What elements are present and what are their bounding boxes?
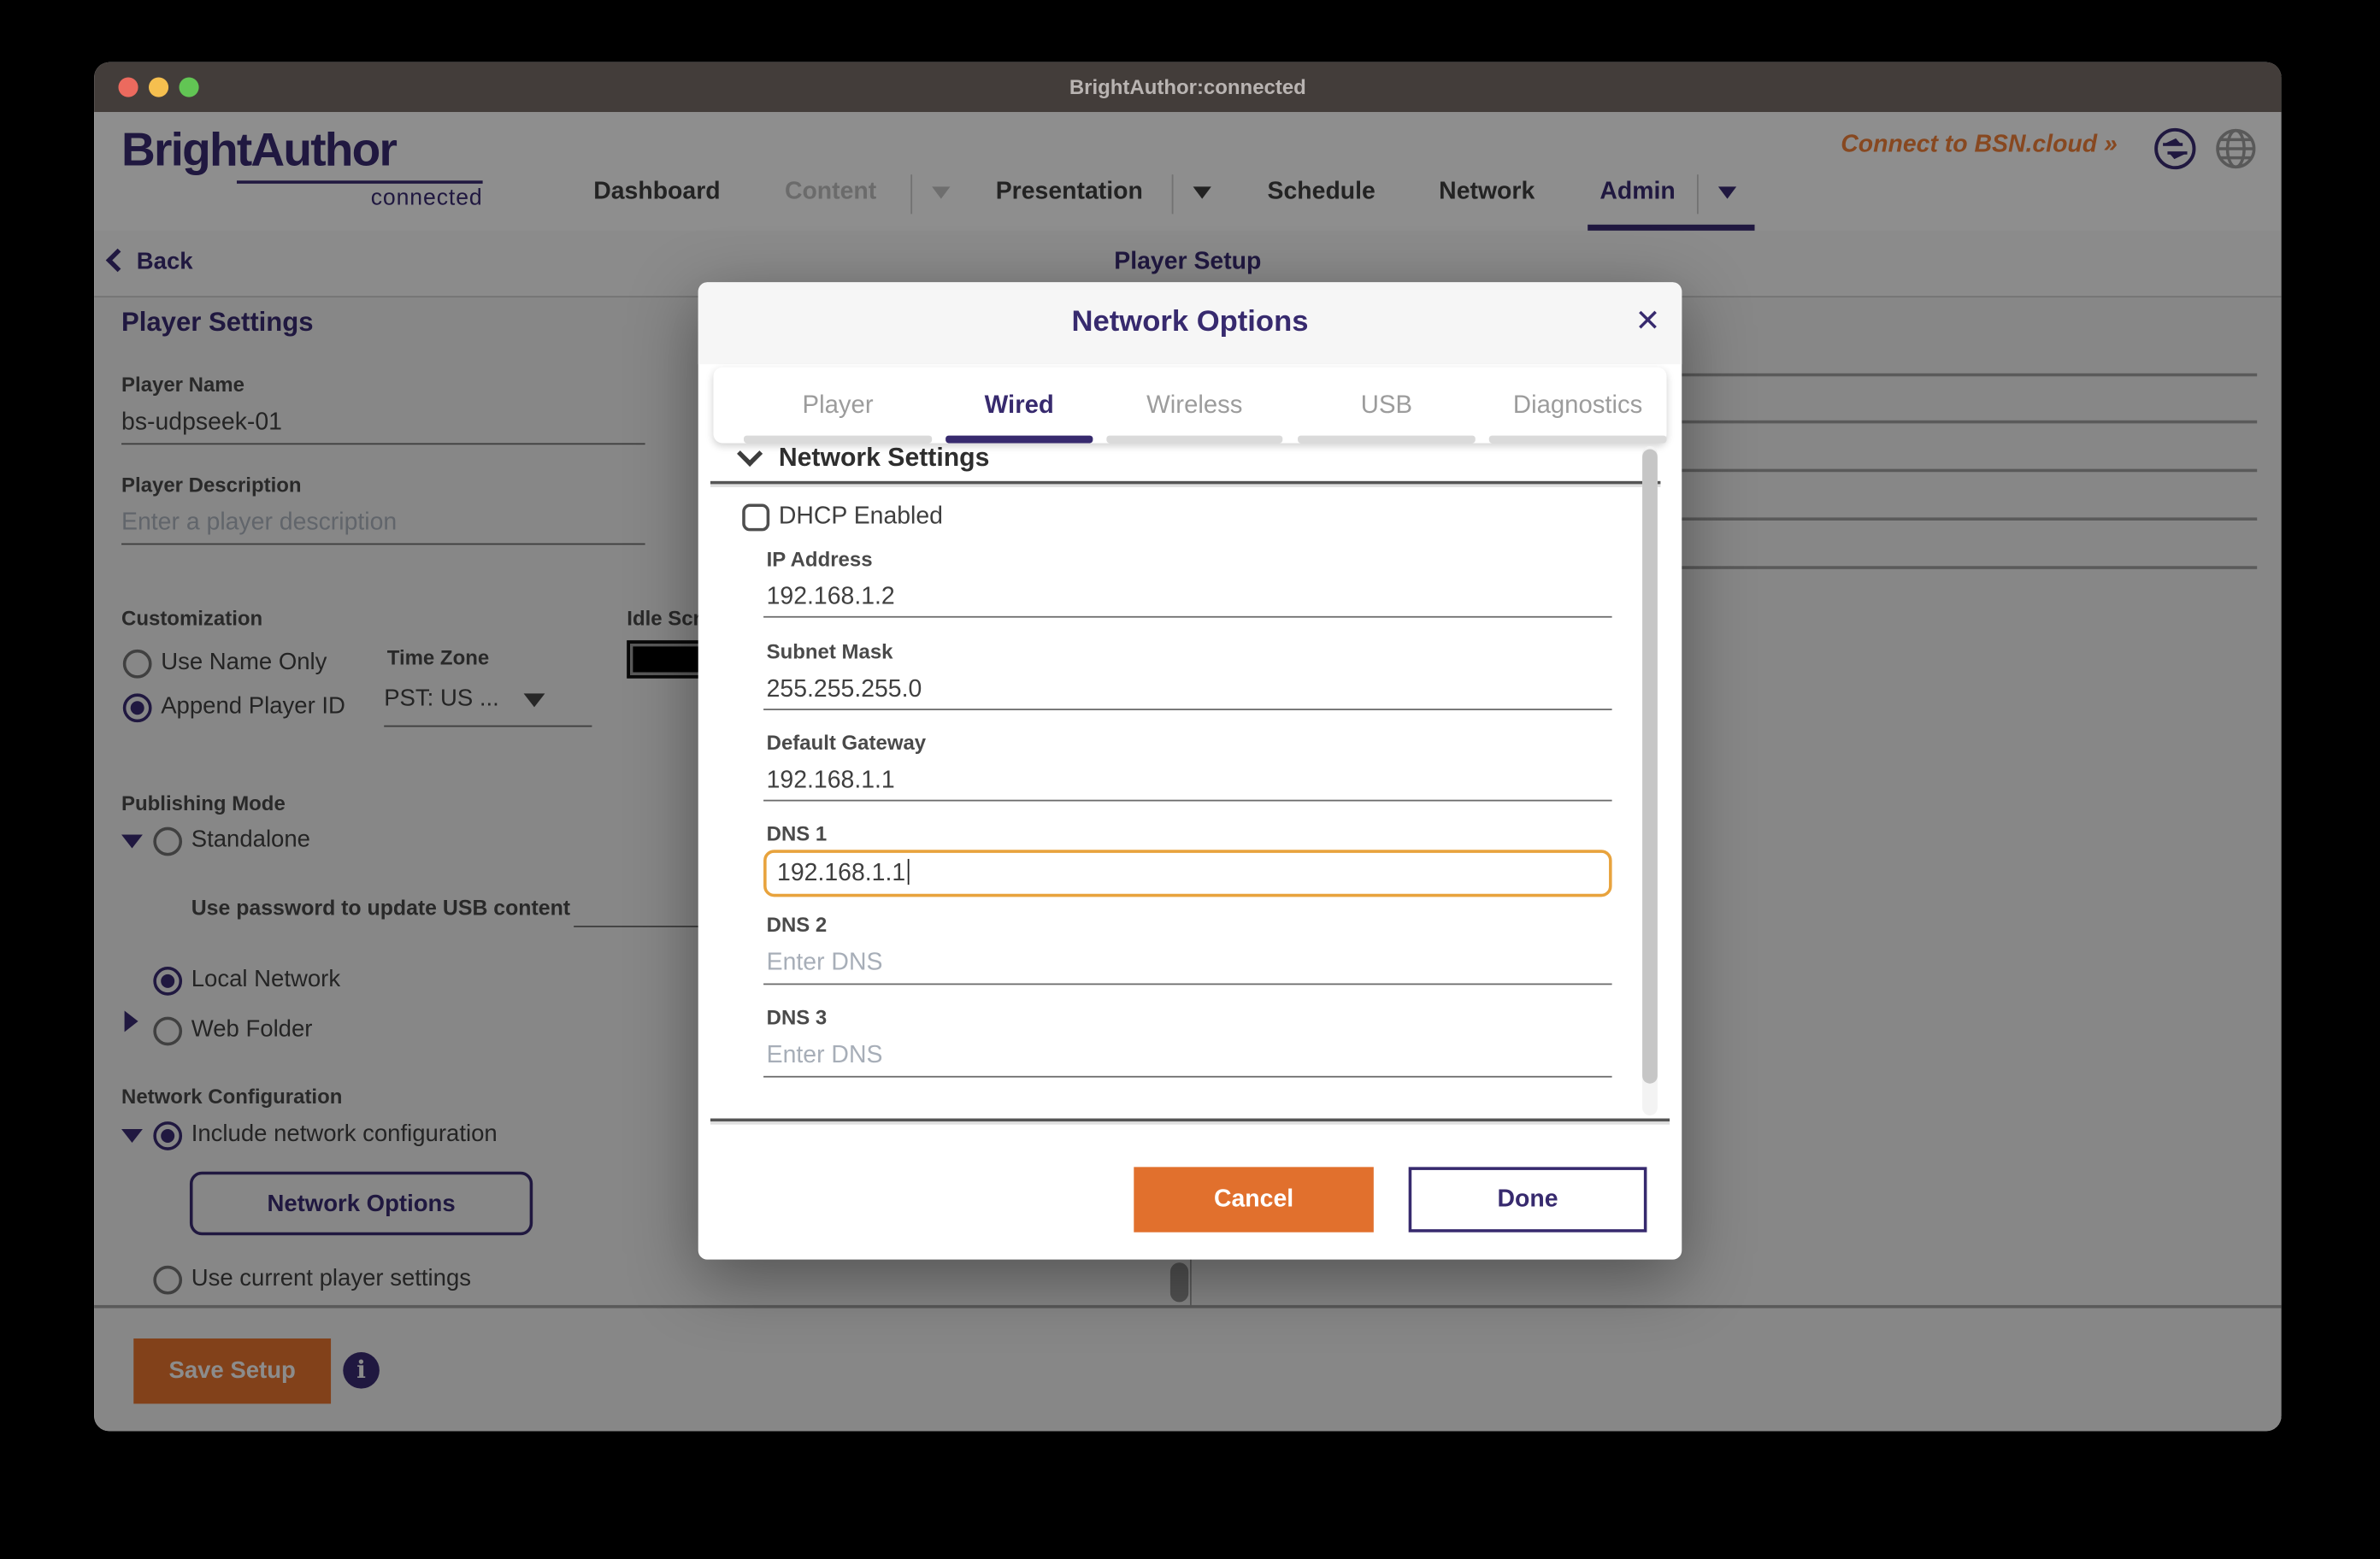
dhcp-label: DHCP Enabled (779, 503, 943, 531)
input-underline (763, 800, 1612, 802)
modal-tabs: Player Wired Wireless USB Diagnostics (713, 368, 1666, 444)
tab-underline (1489, 436, 1667, 444)
dns1-value: 192.168.1.1 (777, 861, 905, 886)
dns2-label: DNS 2 (767, 914, 828, 937)
dns3-label: DNS 3 (767, 1006, 828, 1029)
subnet-mask-label: Subnet Mask (767, 640, 893, 663)
scroll-area-bottom-divider (710, 1119, 1670, 1122)
desktop: BrightAuthor:connected BrightAuthor conn… (0, 0, 2380, 1558)
dns1-label: DNS 1 (767, 822, 828, 845)
dhcp-checkbox[interactable] (742, 503, 769, 531)
section-collapse-icon[interactable] (737, 441, 763, 467)
window-title: BrightAuthor:connected (1069, 76, 1306, 99)
close-window-button[interactable] (118, 78, 138, 97)
default-gateway-label: Default Gateway (767, 732, 927, 755)
modal-scrollbar-track[interactable] (1642, 446, 1658, 1115)
network-options-modal: Network Options ✕ Player Wired Wireless … (698, 282, 1682, 1259)
titlebar: BrightAuthor:connected (94, 62, 2282, 113)
tab-player[interactable]: Player (744, 385, 932, 425)
tab-wired[interactable]: Wired (946, 385, 1093, 425)
input-underline (763, 1076, 1612, 1078)
ip-address-input[interactable]: 192.168.1.2 (767, 585, 895, 612)
input-underline (763, 984, 1612, 985)
network-settings-heading: Network Settings (779, 443, 990, 474)
input-underline (763, 709, 1612, 710)
tab-wireless[interactable]: Wireless (1106, 385, 1282, 425)
section-divider (710, 481, 1660, 485)
dns3-input[interactable]: Enter DNS (767, 1043, 883, 1070)
dns1-input-focused[interactable]: 192.168.1.1 (763, 850, 1612, 897)
tab-underline (1298, 436, 1476, 444)
tab-underline-active (946, 436, 1093, 444)
done-button[interactable]: Done (1409, 1167, 1647, 1232)
text-cursor (907, 859, 910, 885)
default-gateway-input[interactable]: 192.168.1.1 (767, 768, 895, 795)
subnet-mask-input[interactable]: 255.255.255.0 (767, 677, 922, 704)
minimize-window-button[interactable] (149, 78, 168, 97)
dns2-input[interactable]: Enter DNS (767, 950, 883, 977)
tab-underline (744, 436, 932, 444)
cancel-button[interactable]: Cancel (1134, 1167, 1374, 1232)
tab-underline (1106, 436, 1282, 444)
tab-diagnostics[interactable]: Diagnostics (1489, 385, 1667, 425)
modal-title: Network Options (698, 305, 1682, 340)
close-icon[interactable]: ✕ (1635, 302, 1661, 338)
ip-address-label: IP Address (767, 548, 873, 571)
zoom-window-button[interactable] (180, 78, 199, 97)
modal-scrollbar-thumb[interactable] (1642, 450, 1658, 1084)
tab-usb[interactable]: USB (1298, 385, 1476, 425)
input-underline (763, 616, 1612, 618)
app-window: BrightAuthor:connected BrightAuthor conn… (94, 62, 2282, 1432)
